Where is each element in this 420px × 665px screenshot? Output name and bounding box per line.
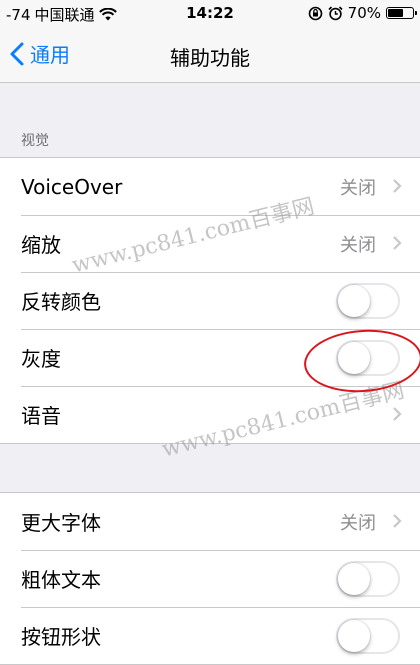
battery-fill	[388, 9, 404, 17]
row-label: 缩放	[21, 233, 61, 257]
row-label: 更大字体	[21, 511, 101, 535]
row-voiceover[interactable]: VoiceOver 关闭	[0, 158, 420, 215]
row-label: VoiceOver	[21, 174, 123, 199]
row-grayscale: 灰度	[0, 329, 420, 386]
battery-icon	[386, 7, 417, 19]
row-value: 关闭	[340, 234, 376, 256]
chevron-right-icon	[393, 236, 402, 250]
row-value: 关闭	[340, 177, 376, 199]
row-label: 语音	[21, 404, 61, 428]
row-label: 按钮形状	[21, 625, 101, 649]
toggle-knob	[338, 342, 370, 374]
status-bar: -74 中国联通 14:22 70%	[0, 0, 420, 28]
page-title: 辅助功能	[170, 46, 250, 70]
settings-group-text: 更大字体 关闭 粗体文本 按钮形状	[0, 492, 420, 665]
row-label: 灰度	[21, 347, 61, 371]
alarm-icon	[328, 5, 343, 20]
invert-colors-toggle[interactable]	[336, 283, 400, 319]
row-zoom[interactable]: 缩放 关闭	[0, 215, 420, 272]
toggle-knob	[338, 563, 370, 595]
button-shapes-toggle[interactable]	[336, 618, 400, 654]
grayscale-toggle[interactable]	[336, 340, 400, 376]
chevron-right-icon	[393, 179, 402, 193]
row-larger-text[interactable]: 更大字体 关闭	[0, 493, 420, 550]
row-speech[interactable]: 语音	[0, 386, 420, 443]
chevron-right-icon	[393, 514, 402, 528]
toggle-knob	[338, 285, 370, 317]
navigation-bar: 通用 辅助功能	[0, 28, 420, 83]
row-bold-text: 粗体文本	[0, 550, 420, 607]
row-button-shapes: 按钮形状	[0, 607, 420, 664]
row-label: 反转颜色	[21, 290, 101, 314]
row-value: 关闭	[340, 512, 376, 534]
rotation-lock-icon	[308, 6, 322, 20]
row-invert-colors: 反转颜色	[0, 272, 420, 329]
bold-text-toggle[interactable]	[336, 561, 400, 597]
row-label: 粗体文本	[21, 568, 101, 592]
battery-percentage: 70%	[347, 4, 381, 22]
section-header-vision: 视觉	[21, 133, 49, 149]
settings-group-vision: VoiceOver 关闭 缩放 关闭 反转颜色 灰度 语音	[0, 157, 420, 444]
status-right: 70%	[308, 4, 417, 22]
chevron-right-icon	[393, 407, 402, 421]
toggle-knob	[338, 620, 370, 652]
